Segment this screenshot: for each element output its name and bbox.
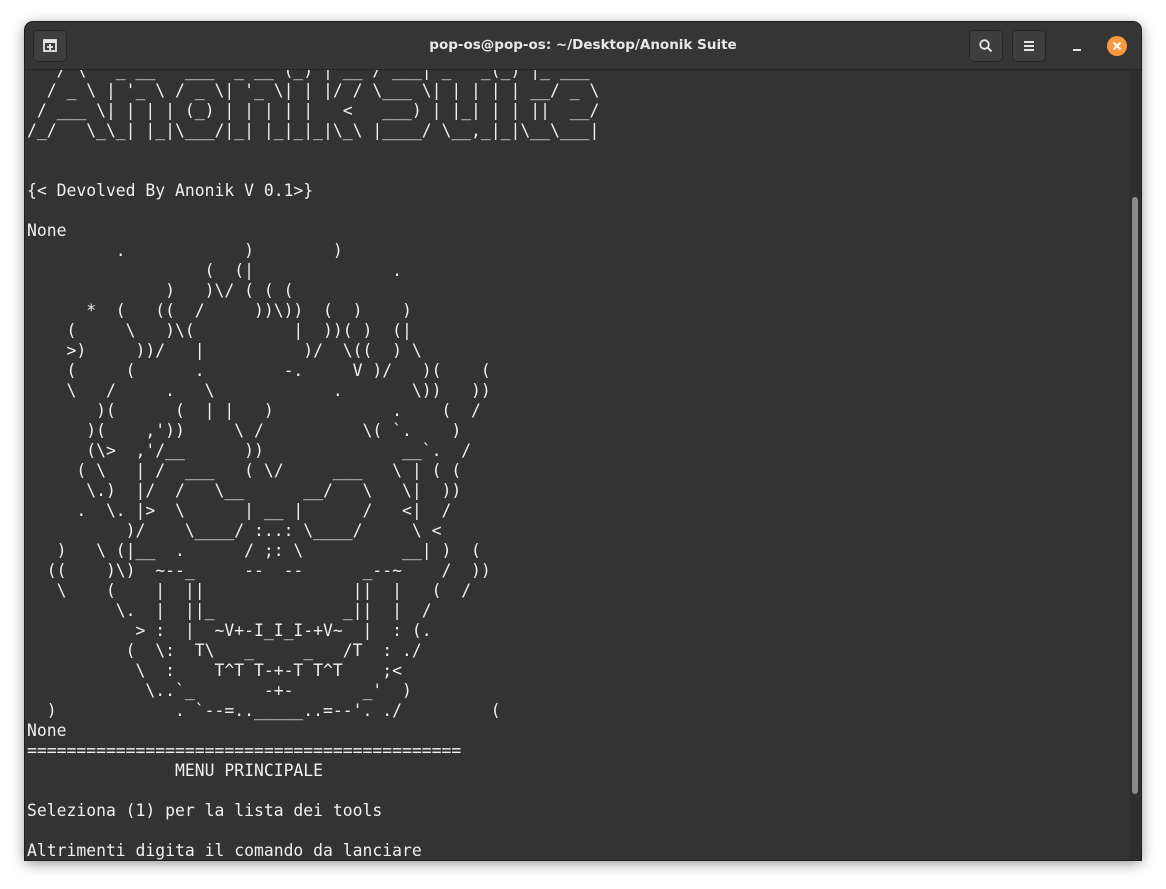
terminal-line: ( ( . -. V )/ )( ( <box>27 361 491 380</box>
hamburger-menu-icon <box>1024 41 1034 51</box>
terminal-line: None <box>27 721 67 740</box>
terminal-line: ========================================… <box>27 741 462 760</box>
close-icon <box>1112 41 1122 51</box>
new-tab-button[interactable] <box>33 30 67 62</box>
terminal-text: / \ _ __ ___ _ __ (_) | __ / ___| _ _(_)… <box>27 70 599 860</box>
terminal-line: \ / . \ . \)) )) <box>27 381 491 400</box>
terminal-line: ( \ )\( | ))( ) (| <box>27 321 412 340</box>
terminal-line: \..`_ -+- _' ) <box>27 681 412 700</box>
terminal-line: / \ _ __ ___ _ __ (_) | __ / ___| _ _(_)… <box>27 70 590 80</box>
terminal-line: / ___ \| | | | (_) | | | | | < ___) | |_… <box>27 101 600 120</box>
terminal-line: MENU PRINCIPALE <box>27 761 324 780</box>
search-button[interactable] <box>969 30 1003 62</box>
terminal-line: (( )\) ~--_ -- -- _--~ / )) <box>27 561 491 580</box>
terminal-line: (\> ,'/__ )) __`. / <box>27 441 472 460</box>
terminal-line: \ ( | || || | ( / <box>27 581 472 600</box>
terminal-scrollbar[interactable] <box>1129 70 1141 860</box>
terminal-line: )( ( | | ) . ( / <box>27 401 481 420</box>
terminal-line: )/ \____/ :..: \____/ \ < <box>27 521 442 540</box>
terminal-line: \.) |/ / \__ __/ \ \| )) <box>27 481 462 500</box>
terminal-line: / _ \ | '_ \ / _ \| '_ \| | |/ / \___ \|… <box>27 81 600 100</box>
scrollbar-thumb[interactable] <box>1132 197 1138 794</box>
minimize-icon <box>1073 49 1081 51</box>
terminal-line: . ) ) <box>27 241 343 260</box>
terminal-line: ) )\/ ( ( ( <box>27 281 294 300</box>
header-bar: pop-os@pop-os: ~/Desktop/Anonik Suite <box>25 22 1141 70</box>
terminal-line: Altrimenti digita il comando da lanciare <box>27 841 422 860</box>
terminal-line: ( \: T\ _ _ /T : ./ <box>27 641 422 660</box>
terminal-line: \. | ||_ _|| | / <box>27 601 432 620</box>
terminal-line: * ( (( / ))\)) ( ) ) <box>27 301 412 320</box>
terminal-line: . \. |> \ | __ | / <| / <box>27 501 452 520</box>
terminal-line: None <box>27 221 67 240</box>
close-button[interactable] <box>1107 36 1127 56</box>
terminal-line: >) ))/ | )/ \(( ) \ <box>27 341 422 360</box>
terminal-line: {< Devolved By Anonik V 0.1>} <box>27 181 314 200</box>
terminal-line: ) \ (|__ . / ;: \ __| ) ( <box>27 541 481 560</box>
search-icon <box>979 39 993 53</box>
terminal-output[interactable]: / \ _ __ ___ _ __ (_) | __ / ___| _ _(_)… <box>25 70 1129 860</box>
new-tab-icon <box>43 39 57 52</box>
terminal-line: )( ,')) \ / \( `. ) <box>27 421 462 440</box>
terminal-line: /_/ \_\_| |_|\___/|_| |_|_|_|\_\ |____/ … <box>27 121 600 140</box>
terminal-line: ( (| . <box>27 261 402 280</box>
terminal-line: Seleziona (1) per la lista dei tools <box>27 801 383 820</box>
minimize-button[interactable] <box>1067 36 1087 56</box>
menu-button[interactable] <box>1012 30 1046 62</box>
terminal-line: > : | ~V+-I_I_I-+V~ | : (. <box>27 621 432 640</box>
terminal-window: pop-os@pop-os: ~/Desktop/Anonik Suite / … <box>25 22 1141 860</box>
terminal-line: \ : T^T T-+-T T^T ;< <box>27 661 402 680</box>
terminal-line: ( \ | / ___ ( \/ ___ \ | ( ( <box>27 461 462 480</box>
terminal-line: ) . `--=.._____..=--'. ./ ( <box>27 701 501 720</box>
